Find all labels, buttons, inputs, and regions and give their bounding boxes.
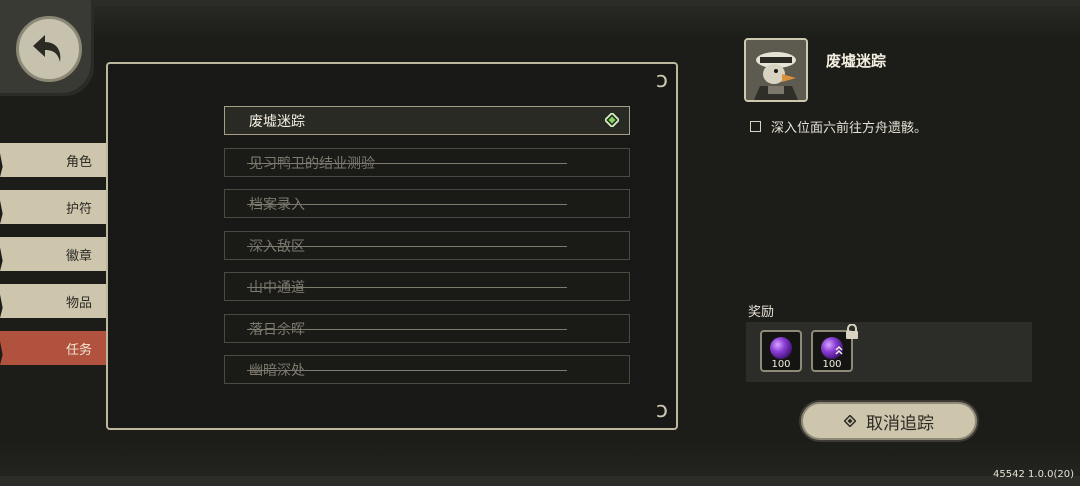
quest-item[interactable]: 档案录入	[224, 189, 630, 218]
duck-captain-icon	[746, 40, 806, 100]
rewards-panel: 100 100	[746, 322, 1032, 382]
reward-count: 100	[822, 359, 842, 370]
quest-label: 见习鸭卫的结业测验	[247, 153, 567, 173]
tab-label: 徽章	[66, 248, 93, 264]
strikethrough	[247, 369, 567, 371]
strikethrough	[247, 203, 567, 205]
back-button-frame	[0, 0, 94, 96]
corner-ornament-icon: ↄ	[655, 68, 668, 93]
quest-item[interactable]: 幽暗深处	[224, 355, 630, 384]
back-button[interactable]	[16, 16, 82, 82]
corner-ornament-icon: ↄ	[655, 398, 668, 423]
lock-icon	[846, 324, 858, 339]
quest-label: 档案录入	[247, 194, 567, 214]
quest-label: 废墟迷踪	[249, 113, 305, 130]
untrack-label: 取消追踪	[866, 413, 934, 434]
tracking-diamond-icon	[605, 113, 619, 127]
tab-label: 护符	[66, 201, 93, 217]
tab-label: 物品	[66, 295, 93, 311]
quest-giver-portrait	[744, 38, 808, 102]
quest-label: 幽暗深处	[247, 360, 567, 380]
back-arrow-icon	[33, 35, 61, 62]
strikethrough	[247, 286, 567, 288]
frame-bottom	[0, 476, 1080, 486]
quest-item[interactable]: 见习鸭卫的结业测验	[224, 148, 630, 177]
strikethrough	[247, 162, 567, 164]
purple-orb-icon	[770, 337, 792, 359]
frame-top	[94, 0, 1080, 6]
quest-label: 山中通道	[247, 277, 567, 297]
tab-label: 角色	[66, 154, 93, 170]
reward-count: 100	[771, 359, 791, 370]
tracking-diamond-icon	[844, 415, 856, 427]
reward-item[interactable]: 100	[760, 330, 802, 372]
strikethrough	[247, 328, 567, 330]
upgrade-chevron-icon	[835, 345, 843, 355]
objective-checkbox	[750, 121, 761, 132]
objective-text: 深入位面六前往方舟遗骸。	[771, 121, 928, 136]
quest-label: 落日余晖	[247, 319, 567, 339]
rewards-label: 奖励	[748, 305, 775, 320]
quest-objective: 深入位面六前往方舟遗骸。	[750, 117, 927, 136]
tab-label: 任务	[66, 342, 93, 358]
quest-item[interactable]: 山中通道	[224, 272, 630, 301]
version-text: 45542 1.0.0(20)	[993, 469, 1074, 480]
quest-title: 废墟迷踪	[826, 52, 887, 70]
untrack-button[interactable]: 取消追踪	[801, 402, 977, 440]
quest-item[interactable]: 深入敌区	[224, 231, 630, 260]
quest-label: 深入敌区	[247, 236, 567, 256]
strikethrough	[247, 245, 567, 247]
quest-item[interactable]: 落日余晖	[224, 314, 630, 343]
quest-item-selected[interactable]: 废墟迷踪	[224, 106, 630, 135]
